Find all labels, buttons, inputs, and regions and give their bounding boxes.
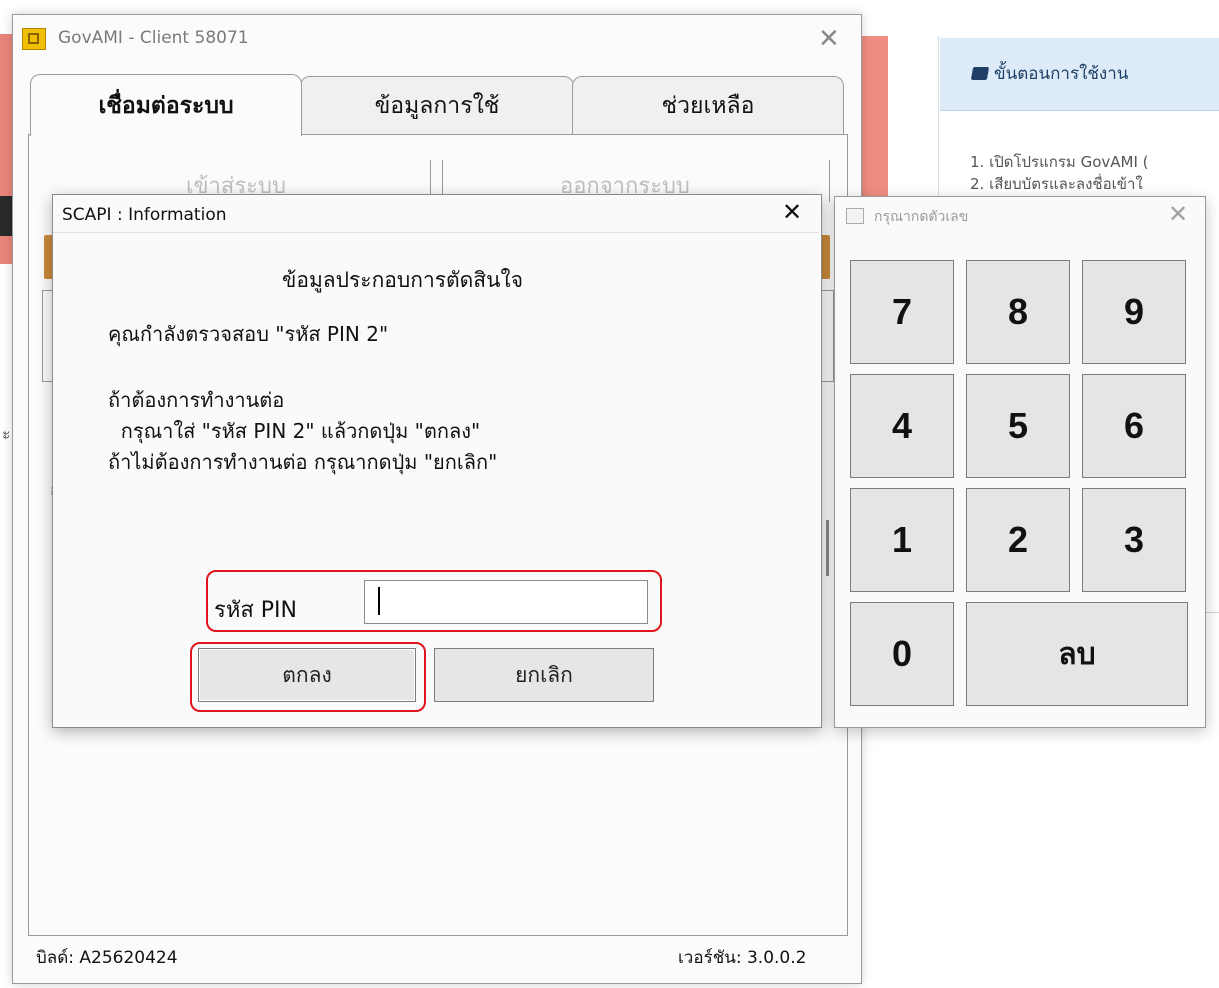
- key-4[interactable]: 4: [850, 374, 954, 478]
- key-1[interactable]: 1: [850, 488, 954, 592]
- key-8[interactable]: 8: [966, 260, 1070, 364]
- build-label: บิลด์: A25620424: [36, 948, 178, 968]
- panel-scroll-edge: [826, 520, 829, 576]
- instructions-title: ขั้นตอนการใช้งาน: [970, 60, 1128, 87]
- key-7[interactable]: 7: [850, 260, 954, 364]
- app-icon: [22, 28, 46, 50]
- instruction-step-1: 1. เปิดโปรแกรม GovAMI (: [970, 153, 1149, 171]
- scapi-dialog-title: SCAPI : Information: [62, 205, 227, 225]
- version-label: เวอร์ชัน: 3.0.0.2: [678, 948, 807, 968]
- scapi-titlebar-divider: [53, 232, 819, 233]
- instruction-step-2: 2. เสียบบัตรและลงชื่อเข้าใ: [970, 175, 1143, 193]
- dialog-message-line-4: ถ้าไม่ต้องการทำงานต่อ กรุณากดปุ่ม "ยกเลิ…: [108, 450, 498, 474]
- tab-help[interactable]: ช่วยเหลือ: [572, 76, 844, 134]
- key-3[interactable]: 3: [1082, 488, 1186, 592]
- book-icon: [970, 67, 990, 80]
- key-delete[interactable]: ลบ: [966, 602, 1188, 706]
- tab-connect[interactable]: เชื่อมต่อระบบ: [30, 74, 302, 136]
- keypad-title: กรุณากดตัวเลข: [874, 209, 969, 225]
- dialog-message-line-2: ถ้าต้องการทำงานต่อ: [108, 388, 285, 412]
- scapi-close-icon[interactable]: ✕: [782, 198, 802, 226]
- tab-usage-info[interactable]: ข้อมูลการใช้: [300, 76, 574, 134]
- pin-highlight-annotation: [206, 570, 662, 632]
- key-6[interactable]: 6: [1082, 374, 1186, 478]
- key-0[interactable]: 0: [850, 602, 954, 706]
- keypad-window-icon: [846, 208, 864, 224]
- key-5[interactable]: 5: [966, 374, 1070, 478]
- ok-highlight-annotation: [190, 642, 426, 712]
- key-2[interactable]: 2: [966, 488, 1070, 592]
- window-close-icon[interactable]: ✕: [818, 24, 840, 54]
- dialog-message-line-1: คุณกำลังตรวจสอบ "รหัส PIN 2": [108, 322, 389, 346]
- dialog-heading: ข้อมูลประกอบการตัดสินใจ: [282, 268, 524, 292]
- keypad-close-icon[interactable]: ✕: [1168, 200, 1188, 228]
- window-title: GovAMI - Client 58071: [58, 28, 249, 48]
- key-9[interactable]: 9: [1082, 260, 1186, 364]
- page-side-text: ะ: [2, 424, 11, 443]
- cancel-button[interactable]: ยกเลิก: [434, 648, 654, 702]
- dialog-message-line-3: กรุณาใส่ "รหัส PIN 2" แล้วกดปุ่ม "ตกลง": [108, 419, 481, 443]
